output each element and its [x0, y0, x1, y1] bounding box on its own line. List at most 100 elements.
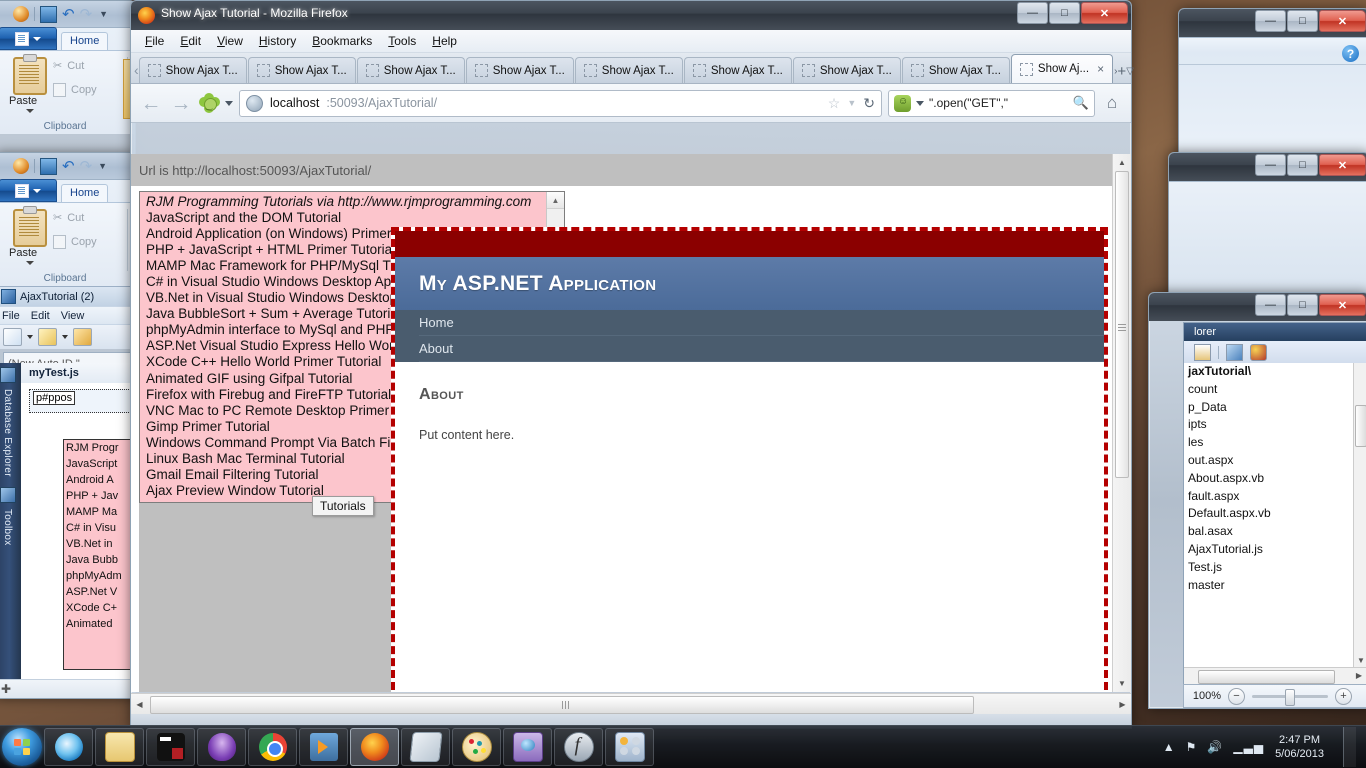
customize-qat-caret-icon[interactable]: ▼ — [99, 9, 108, 19]
minimize-button-se[interactable]: — — [1255, 294, 1286, 316]
right-window-1-titlebar[interactable]: — □ ✕ — [1179, 9, 1366, 37]
firefox-menu-help[interactable]: Help — [432, 34, 457, 48]
solution-explorer-node[interactable]: Default.aspx.vb — [1184, 505, 1354, 523]
save-icon[interactable] — [40, 5, 57, 23]
right-window-2-titlebar[interactable]: — □ ✕ — [1169, 153, 1366, 181]
solution-explorer-titlebar[interactable]: — □ ✕ — [1149, 293, 1366, 321]
home-button-icon[interactable]: ⌂ — [1101, 93, 1123, 113]
solution-explorer-window[interactable]: — □ ✕ lorer jaxTutorial\ count p_Data ipts l… — [1148, 292, 1366, 709]
start-button[interactable] — [2, 728, 42, 766]
firefox-tabs[interactable]: Show Ajax T... Show Ajax T... Show Ajax T.… — [138, 54, 1114, 83]
show-hidden-icons-button[interactable]: ▲ — [1163, 740, 1175, 754]
solution-explorer-node[interactable]: p_Data — [1184, 399, 1354, 417]
new-item-caret-icon[interactable] — [62, 335, 68, 339]
paste-dropdown-caret-icon[interactable] — [26, 109, 34, 113]
paste-button-label[interactable]: Paste — [9, 95, 37, 107]
vs-menubar[interactable]: File Edit View — [0, 306, 135, 324]
taskbar-item-firefox[interactable] — [350, 728, 399, 766]
view-code-icon[interactable] — [1194, 343, 1211, 361]
paste-dropdown-caret-icon-2[interactable] — [26, 261, 34, 265]
bookmark-star-icon[interactable]: ☆ — [828, 95, 841, 112]
properties-icon[interactable] — [1226, 343, 1243, 361]
new-project-caret-icon[interactable] — [27, 335, 33, 339]
firefox-tab-strip[interactable]: ‹ Show Ajax T... Show Ajax T... Show Ajax … — [131, 53, 1134, 84]
firefox-tab[interactable]: Show Ajax T... — [138, 57, 247, 83]
solution-explorer-node[interactable]: ipts — [1184, 416, 1354, 434]
refresh-icon[interactable] — [1250, 343, 1267, 361]
firefox-tab-active[interactable]: Show Aj... × — [1010, 54, 1114, 83]
solution-explorer-node[interactable]: Test.js — [1184, 559, 1354, 577]
help-icon[interactable]: ? — [1342, 45, 1359, 62]
zoom-bar[interactable]: 100% − + — [1183, 684, 1366, 708]
firefox-navigation-toolbar[interactable]: ← → ‿ localhost:50093/AjaxTutorial/ ☆ ▼ … — [131, 84, 1131, 123]
solution-explorer-horizontal-scrollbar[interactable]: ▶ — [1184, 667, 1366, 685]
volume-icon[interactable]: 🔊 — [1207, 740, 1222, 754]
office-orb-icon-2[interactable] — [13, 158, 29, 174]
scroll-right-arrow-icon[interactable]: ▶ — [1356, 671, 1362, 680]
firefox-menubar[interactable]: File Edit View History Bookmarks Tools Help — [131, 30, 1131, 53]
taskbar-clock[interactable]: 2:47 PM 5/06/2013 — [1275, 733, 1324, 761]
zoom-slider[interactable] — [1252, 688, 1328, 706]
save-icon-2[interactable] — [40, 157, 57, 175]
firefox-menu-view[interactable]: View — [217, 34, 243, 48]
search-input-value[interactable]: ".open("GET"," — [929, 96, 1008, 110]
hscroll-right-arrow-icon[interactable]: ▶ — [1114, 700, 1131, 709]
firefox-window[interactable]: Show Ajax Tutorial - Mozilla Firefox — □… — [130, 0, 1134, 729]
hscroll-track[interactable] — [148, 696, 1114, 714]
ribbon-tab-home-2[interactable]: Home — [61, 184, 109, 202]
redo-icon[interactable]: ↷ — [80, 7, 93, 22]
undo-icon[interactable]: ↶ — [62, 7, 75, 22]
firefox-menu-bookmarks[interactable]: Bookmarks — [312, 34, 372, 48]
firefox-tab[interactable]: Show Ajax T... — [574, 57, 683, 83]
firefox-menu-edit[interactable]: Edit — [180, 34, 201, 48]
visual-studio-window[interactable]: ↶ ↷ ▼ Home Paste ✂ Cut Copy Clipboard Aj… — [0, 152, 136, 699]
solution-explorer-toolbar[interactable] — [1184, 341, 1366, 364]
signal-strength-icon[interactable]: ▁▃▅ — [1233, 740, 1264, 754]
taskbar-item-control-panel[interactable] — [605, 728, 654, 766]
copy-button[interactable]: Copy — [53, 83, 97, 97]
ribbon-tab-home[interactable]: Home — [61, 32, 109, 50]
solution-explorer-node[interactable]: bal.asax — [1184, 523, 1354, 541]
firefox-hscroll-thumb[interactable] — [150, 696, 974, 714]
background-ribbon-window-1[interactable]: ↶ ↷ ▼ Home Paste ✂ Cut Copy Clipboard — [0, 0, 147, 162]
vs-editor-surface[interactable]: p#ppos RJM Progr JavaScript Android A PHP +… — [21, 383, 135, 680]
forward-button-icon[interactable]: → — [169, 93, 193, 114]
vs-quick-access-toolbar[interactable]: ↶ ↷ ▼ — [0, 153, 135, 179]
zoom-slider-knob[interactable] — [1285, 688, 1295, 706]
search-icon[interactable]: 🔍 — [1073, 95, 1089, 111]
new-item-icon[interactable] — [38, 328, 57, 346]
zoom-in-button[interactable]: + — [1335, 687, 1352, 705]
add-icon[interactable]: ✚ — [1, 682, 11, 696]
solution-explorer-tree[interactable]: jaxTutorial\ count p_Data ipts les out.aspx A… — [1184, 363, 1354, 667]
search-engine-flower-icon[interactable]: ☺ — [894, 94, 911, 112]
solution-explorer-vertical-scrollbar[interactable]: ▼ — [1353, 363, 1366, 667]
hscrollbar-thumb-se[interactable] — [1198, 670, 1335, 684]
firefox-tab[interactable]: Show Ajax T... — [247, 57, 356, 83]
vs-menu-view[interactable]: View — [61, 310, 85, 322]
taskbar-item-paint[interactable] — [452, 728, 501, 766]
close-button-r2[interactable]: ✕ — [1319, 154, 1366, 176]
maximize-button-r2[interactable]: □ — [1287, 154, 1318, 176]
aspnet-preview-panel[interactable]: My ASP.NET Application Home About About P… — [391, 227, 1108, 692]
taskbar-item-flash[interactable] — [554, 728, 603, 766]
cut-button-2[interactable]: ✂ Cut — [53, 211, 84, 225]
solution-explorer-node[interactable]: jaxTutorial\ — [1184, 363, 1354, 381]
show-desktop-button[interactable] — [1343, 727, 1356, 767]
taskbar-item-windows-explorer[interactable] — [95, 728, 144, 766]
solution-explorer-node[interactable]: AjaxTutorial.js — [1184, 541, 1354, 559]
firefox-tab[interactable]: Show Ajax T... — [683, 57, 792, 83]
firefox-tab[interactable]: Show Ajax T... — [356, 57, 465, 83]
firefox-vscroll-thumb[interactable] — [1115, 171, 1129, 478]
aspnet-nav-home[interactable]: Home — [419, 310, 1104, 336]
vs-side-dock[interactable]: Database Explorer Toolbox — [0, 363, 22, 680]
network-icon[interactable]: ⚑ — [1186, 740, 1197, 754]
hscroll-left-arrow-icon[interactable]: ◀ — [131, 700, 148, 709]
firefox-titlebar[interactable]: Show Ajax Tutorial - Mozilla Firefox — □… — [131, 1, 1131, 30]
solution-explorer-node[interactable]: count — [1184, 381, 1354, 399]
back-button-icon[interactable]: ← — [139, 93, 163, 114]
search-bar[interactable]: ☺ ".open("GET"," 🔍 — [888, 89, 1095, 117]
paste-clipboard-icon[interactable] — [13, 54, 47, 95]
redo-icon-2[interactable]: ↷ — [80, 159, 93, 174]
tutorial-list-scroll-up-icon[interactable]: ▲ — [547, 192, 564, 209]
close-button-se[interactable]: ✕ — [1319, 294, 1366, 316]
